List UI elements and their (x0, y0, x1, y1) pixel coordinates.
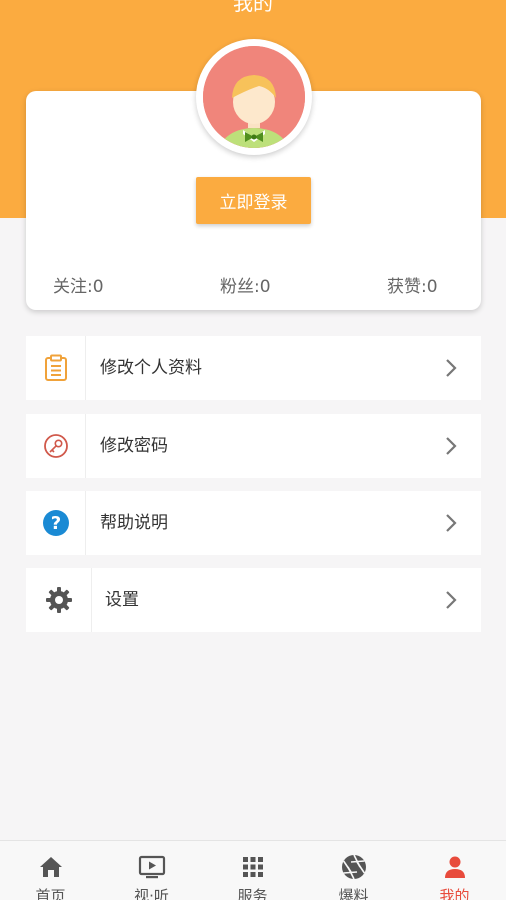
menu-item-label: 设置 (105, 590, 139, 610)
tab-tips[interactable]: 爆料 (303, 841, 404, 900)
login-button[interactable]: 立即登录 (196, 177, 311, 224)
home-icon (39, 857, 62, 877)
stat-likes[interactable]: 获赞:0 (387, 276, 438, 298)
menu-item-settings[interactable]: 设置 (26, 568, 481, 632)
stat-following-label: 关注: (53, 277, 93, 297)
menu-item-label: 修改个人资料 (100, 358, 202, 378)
app-root: 我的 立即登录 关注:0 粉丝:0 获赞:0 修改个人资料 修改密码 ? 帮助说… (0, 0, 506, 900)
help-icon: ? (26, 491, 86, 555)
menu-item-label: 修改密码 (100, 436, 168, 456)
svg-text:?: ? (50, 513, 60, 534)
chevron-right-icon (446, 437, 457, 455)
stat-likes-value: 0 (426, 277, 438, 297)
tab-label: 爆料 (338, 887, 369, 900)
stat-fans[interactable]: 粉丝:0 (220, 276, 271, 298)
aperture-icon (341, 854, 366, 880)
menu-item-edit-profile[interactable]: 修改个人资料 (26, 336, 481, 400)
stat-following-value: 0 (92, 277, 104, 297)
tab-home[interactable]: 首页 (0, 841, 101, 900)
tab-label: 我的 (439, 887, 470, 900)
menu-item-help[interactable]: ? 帮助说明 (26, 491, 481, 555)
stat-following[interactable]: 关注:0 (53, 276, 104, 298)
chevron-right-icon (446, 591, 457, 609)
tab-label: 服务 (237, 887, 268, 900)
grid-icon (242, 857, 263, 877)
avatar-illustration (203, 46, 305, 148)
stat-likes-label: 获赞: (387, 277, 427, 297)
menu-item-change-password[interactable]: 修改密码 (26, 414, 481, 478)
tab-mine[interactable]: 我的 (404, 841, 505, 900)
chevron-right-icon (446, 514, 457, 532)
bottom-tab-bar: 首页 视·听 服务 爆料 我的 (0, 840, 506, 900)
tab-video-audio[interactable]: 视·听 (101, 841, 202, 900)
clipboard-icon (26, 336, 86, 400)
tab-label: 首页 (35, 887, 66, 900)
page-title: 我的 (233, 0, 273, 15)
tab-services[interactable]: 服务 (202, 841, 303, 900)
stat-fans-value: 0 (259, 277, 271, 297)
stat-fans-label: 粉丝: (220, 277, 260, 297)
menu-item-label: 帮助说明 (100, 513, 168, 533)
tv-play-icon (138, 855, 165, 879)
avatar[interactable] (196, 39, 312, 155)
person-icon (444, 856, 465, 878)
tab-label: 视·听 (134, 887, 169, 900)
gear-icon (26, 568, 92, 632)
chevron-right-icon (446, 359, 457, 377)
key-icon (26, 414, 86, 478)
